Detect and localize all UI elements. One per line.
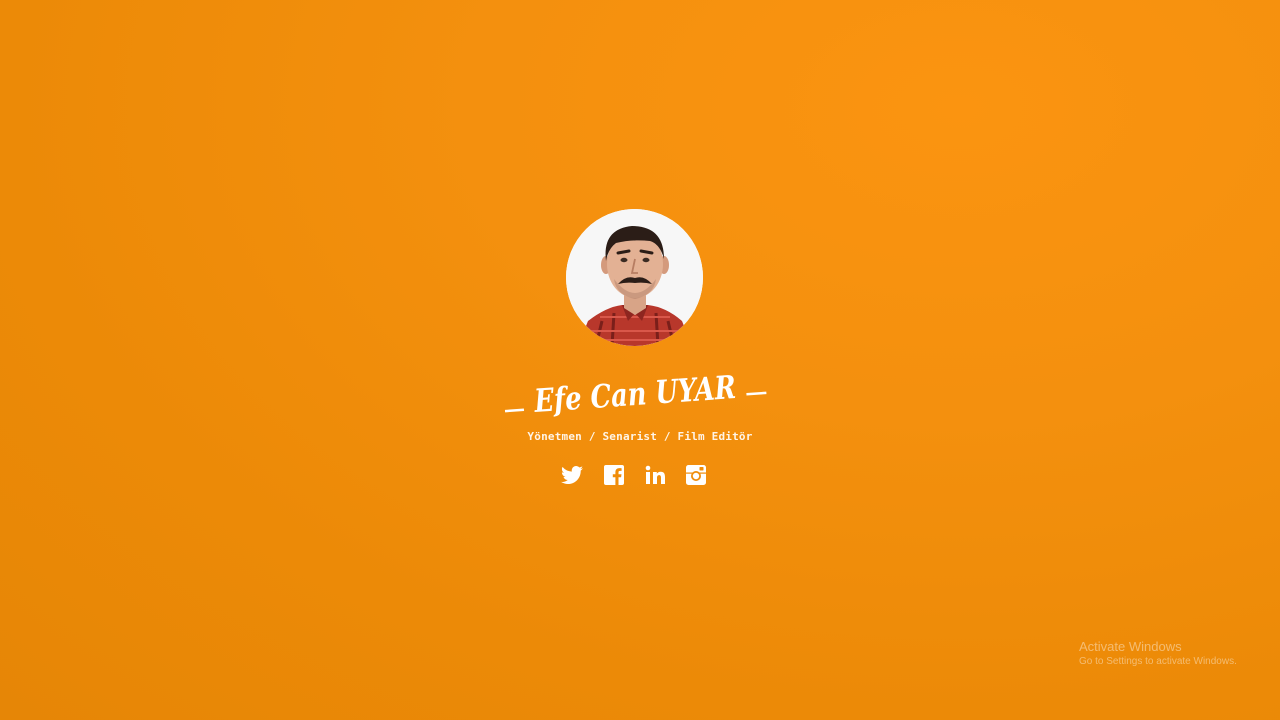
facebook-icon (604, 465, 624, 485)
facebook-link[interactable] (602, 463, 626, 487)
windows-activation-watermark: Activate Windows Go to Settings to activ… (1079, 639, 1275, 669)
instagram-icon (686, 465, 706, 485)
linkedin-icon (645, 465, 665, 484)
twitter-link[interactable] (560, 463, 584, 487)
instagram-link[interactable] (684, 463, 708, 487)
name-heading: Efe Can UYAR (490, 360, 780, 422)
twitter-icon (561, 466, 583, 484)
activation-message: Go to Settings to activate Windows. (1079, 656, 1237, 667)
profile-card: Efe Can UYAR Yönetmen / Senarist / Film … (0, 0, 1280, 720)
dash-right (746, 391, 767, 396)
activation-title: Activate Windows (1079, 639, 1182, 654)
roles-subtitle: Yönetmen / Senarist / Film Editör (527, 430, 753, 443)
dash-left (504, 408, 525, 413)
portrait-image (566, 209, 703, 346)
person-name: Efe Can UYAR (532, 368, 737, 420)
linkedin-link[interactable] (643, 463, 667, 487)
avatar (566, 209, 703, 346)
social-links (560, 463, 712, 489)
